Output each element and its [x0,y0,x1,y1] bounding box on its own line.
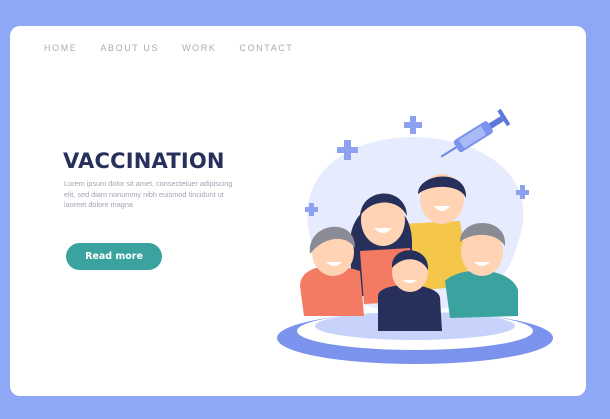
read-more-button[interactable]: Read more [66,243,162,270]
hero-description: Lorem ipsum dolor sit amet, consectetuer… [64,179,233,209]
nav-home[interactable]: HOME [44,43,77,53]
hero-title: VACCINATION [63,149,225,173]
nav-about-us[interactable]: ABOUT US [100,43,159,53]
nav-contact[interactable]: CONTACT [239,43,293,53]
landing-card: HOME ABOUT US WORK CONTACT VACCINATION L… [10,26,586,396]
nav-work[interactable]: WORK [182,43,216,53]
family-illustration [277,108,553,364]
top-nav: HOME ABOUT US WORK CONTACT [44,43,317,53]
